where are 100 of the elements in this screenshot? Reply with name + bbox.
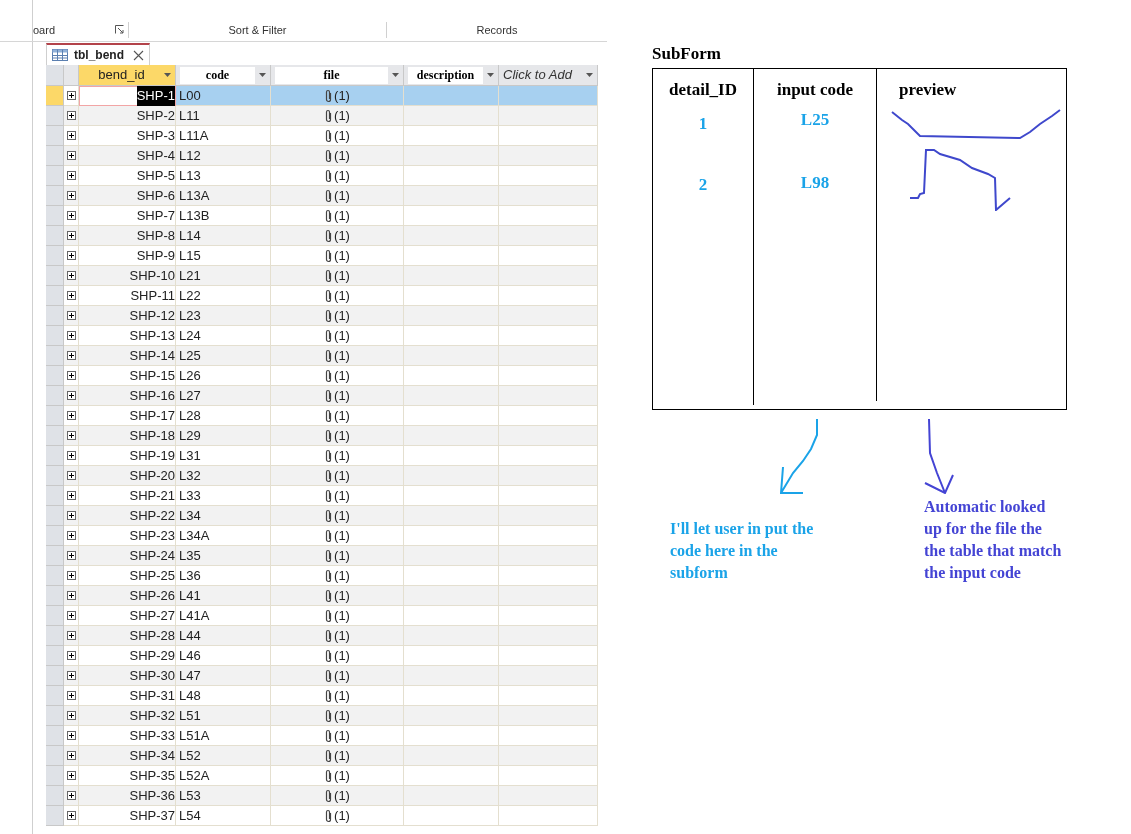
expand-icon[interactable] — [66, 151, 76, 160]
attachment-count[interactable]: (1) — [334, 425, 350, 446]
expand-icon[interactable] — [66, 671, 76, 680]
expand-icon[interactable] — [66, 211, 76, 220]
attachment-count[interactable]: (1) — [334, 465, 350, 486]
expand-icon[interactable] — [66, 131, 76, 140]
attachment-count[interactable]: (1) — [334, 645, 350, 666]
attachment-count[interactable]: (1) — [334, 485, 350, 506]
column-header[interactable]: file — [271, 65, 404, 86]
table-cell: SHP-1 — [136, 86, 175, 106]
attachment-count[interactable]: (1) — [334, 105, 350, 126]
annotation-note: I'll let user in put the code here in the subform — [670, 519, 815, 583]
close-icon[interactable] — [133, 49, 144, 61]
expand-icon[interactable] — [66, 251, 76, 260]
expand-icon[interactable] — [66, 231, 76, 240]
table-cell-text: SHP-33 — [129, 726, 175, 745]
attachment-count[interactable]: (1) — [334, 765, 350, 786]
attachment-count[interactable]: (1) — [334, 745, 350, 766]
attachment-count[interactable]: (1) — [334, 805, 350, 826]
dropdown-caret-icon[interactable] — [586, 73, 593, 77]
expand-icon[interactable] — [66, 751, 76, 760]
dropdown-caret-icon[interactable] — [164, 73, 171, 77]
attachment-count[interactable]: (1) — [334, 525, 350, 546]
dropdown-caret-icon[interactable] — [487, 73, 494, 77]
expand-icon[interactable] — [66, 651, 76, 660]
attachment-count[interactable]: (1) — [334, 385, 350, 406]
expand-icon[interactable] — [66, 311, 76, 320]
column-header-label: Click to Add — [503, 66, 574, 85]
column-header[interactable]: description — [404, 65, 499, 86]
attachment-count[interactable]: (1) — [334, 305, 350, 326]
table-cell-text: SHP-17 — [129, 406, 175, 425]
attachment-count[interactable]: (1) — [334, 785, 350, 806]
attachment-count[interactable]: (1) — [334, 245, 350, 266]
expand-icon[interactable] — [66, 591, 76, 600]
expand-icon[interactable] — [66, 611, 76, 620]
attachment-count[interactable]: (1) — [334, 225, 350, 246]
attachment-count[interactable]: (1) — [334, 205, 350, 226]
expand-icon[interactable] — [66, 91, 76, 100]
expand-icon[interactable] — [66, 431, 76, 440]
expand-icon[interactable] — [66, 531, 76, 540]
expand-icon[interactable] — [66, 691, 76, 700]
attachment-count[interactable]: (1) — [334, 325, 350, 346]
column-header[interactable]: bend_id — [79, 65, 176, 86]
expand-icon[interactable] — [66, 711, 76, 720]
expand-icon[interactable] — [66, 291, 76, 300]
attachment-count[interactable]: (1) — [334, 705, 350, 726]
expand-icon[interactable] — [66, 271, 76, 280]
expand-icon[interactable] — [66, 491, 76, 500]
attachment-count[interactable]: (1) — [334, 565, 350, 586]
attachment-count[interactable]: (1) — [334, 605, 350, 626]
attachment-count[interactable]: (1) — [334, 345, 350, 366]
attachment-count[interactable]: (1) — [334, 85, 350, 106]
attachment-count[interactable]: (1) — [334, 445, 350, 466]
attachment-count[interactable]: (1) — [334, 365, 350, 386]
expand-icon[interactable] — [66, 471, 76, 480]
expand-icon[interactable] — [66, 351, 76, 360]
document-tab[interactable]: tbl_bend — [46, 43, 150, 65]
expand-icon[interactable] — [66, 111, 76, 120]
attachment-count[interactable]: (1) — [334, 165, 350, 186]
table-cell-text: SHP-21 — [129, 486, 175, 505]
expand-icon[interactable] — [66, 731, 76, 740]
paperclip-icon — [324, 588, 334, 603]
attachment-count[interactable]: (1) — [334, 405, 350, 426]
dropdown-caret-icon[interactable] — [259, 73, 266, 77]
expand-icon[interactable] — [66, 811, 76, 820]
expand-icon[interactable] — [66, 631, 76, 640]
table-cell-text: L31 — [179, 446, 201, 465]
attachment-count[interactable]: (1) — [334, 265, 350, 286]
attachment-count[interactable]: (1) — [334, 685, 350, 706]
expand-icon[interactable] — [66, 191, 76, 200]
expand-icon[interactable] — [66, 411, 76, 420]
table-cell-text: SHP-8 — [136, 226, 175, 245]
column-header[interactable]: code — [176, 65, 271, 86]
attachment-count[interactable]: (1) — [334, 185, 350, 206]
expand-icon[interactable] — [66, 511, 76, 520]
attachment-count[interactable]: (1) — [334, 585, 350, 606]
expand-icon[interactable] — [66, 551, 76, 560]
expand-icon[interactable] — [66, 451, 76, 460]
attachment-count[interactable]: (1) — [334, 125, 350, 146]
paperclip-icon — [324, 608, 334, 623]
attachment-count[interactable]: (1) — [334, 725, 350, 746]
attachment-count[interactable]: (1) — [334, 145, 350, 166]
table-cell-text: L21 — [179, 266, 201, 285]
attachment-count[interactable]: (1) — [334, 665, 350, 686]
expand-icon[interactable] — [66, 371, 76, 380]
attachment-count[interactable]: (1) — [334, 285, 350, 306]
expand-icon[interactable] — [66, 171, 76, 180]
attachment-count[interactable]: (1) — [334, 625, 350, 646]
expand-icon[interactable] — [66, 331, 76, 340]
expand-icon[interactable] — [66, 791, 76, 800]
dialog-launcher-icon[interactable] — [115, 25, 124, 35]
expand-icon[interactable] — [66, 771, 76, 780]
expand-icon[interactable] — [66, 571, 76, 580]
dropdown-caret-icon[interactable] — [392, 73, 399, 77]
column-header[interactable]: Click to Add — [499, 65, 598, 86]
paperclip-icon — [324, 368, 334, 383]
attachment-count[interactable]: (1) — [334, 505, 350, 526]
table-cell-text: L29 — [179, 426, 201, 445]
attachment-count[interactable]: (1) — [334, 545, 350, 566]
expand-icon[interactable] — [66, 391, 76, 400]
